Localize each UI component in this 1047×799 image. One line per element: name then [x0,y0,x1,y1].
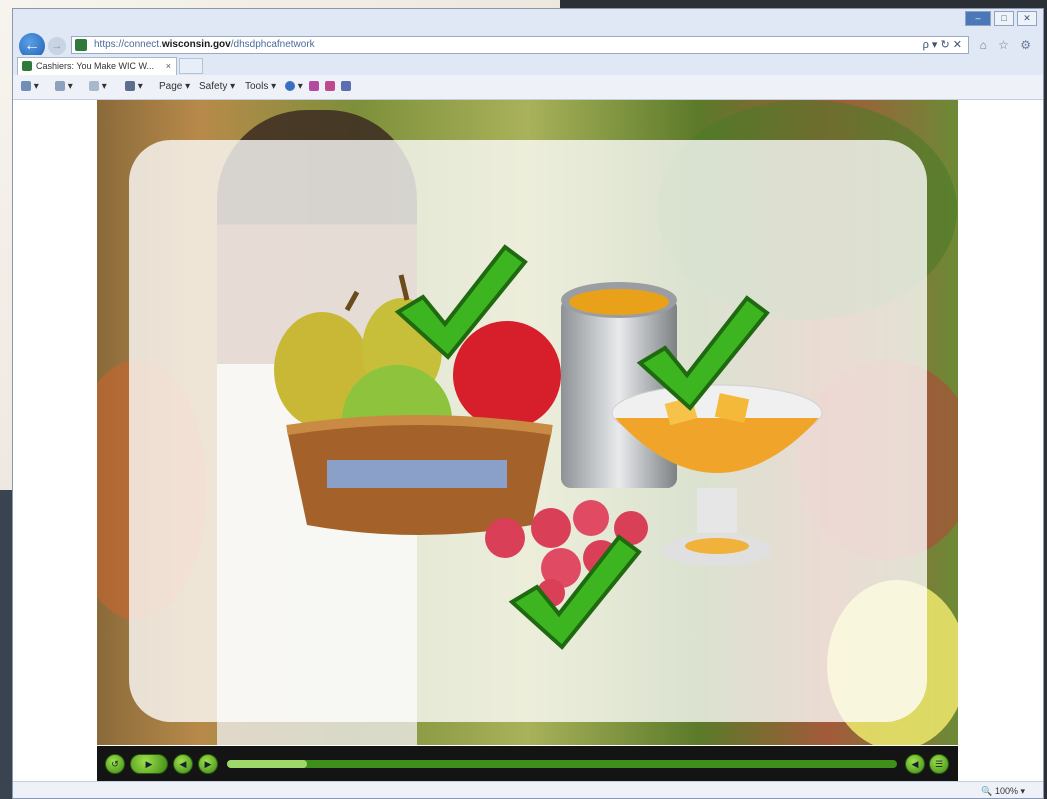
window-controls: – □ ✕ [965,11,1037,26]
tab-close-icon[interactable]: × [166,58,171,74]
replay-button[interactable]: ↺ [105,754,125,774]
previous-button[interactable]: ◀ [173,754,193,774]
site-icon [22,61,32,71]
progress-track[interactable] [227,760,897,768]
page-content: ↺ ▶ ◀ ▶ ◀ ☰ [13,100,1043,782]
settings-button[interactable]: ☰ [929,754,949,774]
address-url: https://connect.wisconsin.gov/dhsdphcafn… [94,39,315,50]
read-mail-icon[interactable]: ▾ [55,81,73,92]
print-icon[interactable]: ▾ [125,81,143,92]
volume-button[interactable]: ◀ [905,754,925,774]
extension-icon-2[interactable] [325,81,335,92]
help-icon[interactable]: ▾ [285,81,303,92]
minimize-button[interactable]: – [965,11,991,26]
page-menu[interactable]: Page ▾ [159,81,190,92]
next-button[interactable]: ▶ [198,754,218,774]
address-actions[interactable]: ρ ▾ ↻ ✕ [923,38,962,51]
title-bar: – □ ✕ [13,9,1043,31]
tab-row: Cashiers: You Make WIC W... × [13,55,1043,76]
lesson-slide [97,100,958,745]
feeds-icon[interactable]: ▾ [21,81,39,92]
close-window-button[interactable]: ✕ [1017,11,1037,26]
play-button[interactable]: ▶ [130,754,168,774]
zoom-level[interactable]: 🔍 100% ▾ [981,786,1025,797]
status-bar: 🔍 100% ▾ [13,781,1043,798]
extension-icon-3[interactable] [341,81,351,92]
toolbar-right-icons[interactable]: ⌂ ☆ ⚙ [980,38,1035,52]
forward-arrow-icon[interactable]: → [48,37,66,55]
maximize-button[interactable]: □ [994,11,1014,26]
tab-cashiers[interactable]: Cashiers: You Make WIC W... × [17,57,177,75]
extension-icon[interactable] [309,81,319,92]
checkmark-icon [394,244,528,360]
address-bar[interactable]: https://connect.wisconsin.gov/dhsdphcafn… [71,36,969,54]
checkmark-icon [508,534,642,650]
browser-window: – □ ✕ ← → https://connect.wisconsin.gov/… [12,8,1044,799]
checkmark-icon [636,295,770,411]
tab-title: Cashiers: You Make WIC W... [36,61,155,71]
site-icon [75,39,87,51]
tools-menu[interactable]: Tools ▾ [245,81,276,92]
new-tab-button[interactable] [179,58,203,74]
mail-icon[interactable]: ▾ [89,81,107,92]
safety-menu[interactable]: Safety ▾ [199,81,235,92]
player-controls: ↺ ▶ ◀ ▶ ◀ ☰ [97,746,958,782]
progress-fill [227,760,308,768]
command-bar: ▾ ▾ ▾ ▾ Page ▾ Safety ▾ Tools ▾ ▾ [13,75,1043,100]
